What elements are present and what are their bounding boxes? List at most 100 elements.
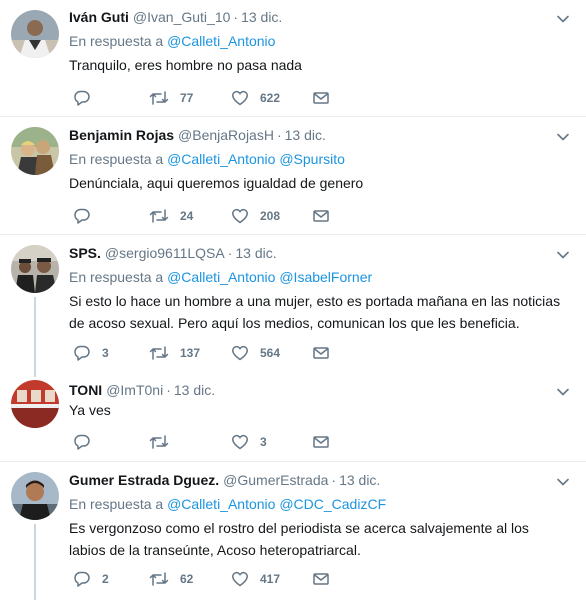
author-name[interactable]: Benjamin Rojas: [69, 127, 174, 143]
tweet-actions: 77 622: [69, 88, 369, 108]
separator: ·: [227, 245, 233, 261]
reply-prefix: En respuesta a: [69, 269, 164, 285]
reply-mentions[interactable]: @Calleti_Antonio @CDC_CadizCF: [167, 496, 386, 512]
retweet-button[interactable]: 24: [149, 206, 193, 226]
retweet-button[interactable]: 137: [149, 343, 200, 363]
tweet-text: Tranquilo, eres hombre no pasa nada: [69, 57, 302, 73]
author-name[interactable]: SPS.: [69, 245, 101, 261]
like-button[interactable]: 417: [231, 569, 280, 589]
separator: ·: [276, 127, 282, 143]
tweet[interactable]: SPS. @sergio9611LQSA · 13 dic. En respuesta…: [0, 235, 586, 377]
author-handle[interactable]: @sergio9611LQSA: [105, 245, 225, 261]
retweet-button[interactable]: 62: [149, 569, 193, 589]
retweet-button[interactable]: [149, 432, 180, 452]
author-handle[interactable]: @BenjaRojasH: [178, 127, 274, 143]
avatar[interactable]: [11, 245, 59, 293]
reply-mentions[interactable]: @Calleti_Antonio: [167, 33, 275, 49]
reply-button[interactable]: 3: [73, 343, 109, 363]
retweet-icon: [149, 570, 169, 588]
caret-down-icon[interactable]: [556, 130, 570, 144]
thread-connector: [34, 297, 36, 377]
tweet[interactable]: TONI @ImT0ni · 13 dic. Ya ves 3: [0, 372, 586, 462]
caret-down-icon[interactable]: [556, 385, 570, 399]
dm-button[interactable]: [312, 343, 330, 363]
tweet-actions: 3 137 564: [69, 343, 369, 363]
tweet[interactable]: Benjamin Rojas @BenjaRojasH · 13 dic. En re…: [0, 117, 586, 235]
like-count: 208: [260, 209, 281, 223]
reply-context: En respuesta a @Calleti_Antonio @Spursit…: [69, 150, 345, 168]
tweet[interactable]: Iván Guti @Ivan_Guti_10 · 13 dic. En respue…: [0, 0, 586, 117]
like-button[interactable]: 622: [231, 88, 280, 108]
like-button[interactable]: 564: [231, 343, 280, 363]
avatar[interactable]: [11, 380, 59, 428]
like-icon: [231, 207, 249, 225]
reply-button[interactable]: [73, 88, 102, 108]
separator: ·: [233, 9, 239, 25]
retweet-count: 137: [180, 346, 201, 360]
author-handle[interactable]: @GumerEstrada: [223, 472, 328, 488]
reply-context: En respuesta a @Calleti_Antonio @CDC_Cad…: [69, 495, 386, 513]
like-count: 622: [260, 91, 281, 105]
like-icon: [231, 433, 249, 451]
reply-button[interactable]: 2: [73, 569, 109, 589]
dm-icon: [312, 89, 330, 107]
caret-down-icon[interactable]: [556, 475, 570, 489]
like-count: 564: [260, 346, 281, 360]
author-handle[interactable]: @Ivan_Guti_10: [133, 9, 231, 25]
thread-connector: [34, 524, 36, 600]
retweet-count: 77: [180, 91, 194, 105]
timestamp[interactable]: 13 dic.: [174, 382, 215, 398]
like-count: 3: [260, 435, 267, 449]
retweet-count: 62: [180, 572, 194, 586]
caret-down-icon[interactable]: [556, 248, 570, 262]
retweet-button[interactable]: 77: [149, 88, 193, 108]
tweet[interactable]: Gumer Estrada Dguez. @GumerEstrada · 13 dic…: [0, 462, 586, 600]
like-button[interactable]: 208: [231, 206, 280, 226]
tweet-actions: 2 62 417: [69, 569, 369, 589]
timestamp[interactable]: 13 dic.: [235, 245, 276, 261]
tweet-actions: 24 208: [69, 206, 369, 226]
timestamp[interactable]: 13 dic.: [285, 127, 326, 143]
retweet-icon: [149, 344, 169, 362]
timestamp[interactable]: 13 dic.: [241, 9, 282, 25]
author-name[interactable]: TONI: [69, 382, 102, 398]
caret-down-icon[interactable]: [556, 12, 570, 26]
dm-button[interactable]: [312, 432, 330, 452]
avatar[interactable]: [11, 472, 59, 520]
author-handle[interactable]: @ImT0ni: [106, 382, 163, 398]
reply-icon: [73, 433, 91, 451]
reply-button[interactable]: [73, 432, 102, 452]
dm-icon: [312, 207, 330, 225]
dm-button[interactable]: [312, 88, 330, 108]
separator: ·: [166, 382, 171, 398]
like-icon: [231, 89, 249, 107]
reply-button[interactable]: [73, 206, 102, 226]
author-name[interactable]: Iván Guti: [69, 9, 129, 25]
dm-icon: [312, 344, 330, 362]
reply-mentions[interactable]: @Calleti_Antonio @Spursito: [167, 151, 345, 167]
reply-prefix: En respuesta a: [69, 151, 164, 167]
like-icon: [231, 570, 249, 588]
tweet-text: Denúnciala, aqui queremos igualdad de ge…: [69, 175, 364, 191]
reply-count: 2: [102, 572, 109, 586]
tweet-text: Si esto lo hace un hombre a una mujer, e…: [69, 293, 561, 331]
reply-icon: [73, 207, 91, 225]
dm-icon: [312, 570, 330, 588]
tweet-text: Es vergonzoso como el rostro del periodi…: [69, 520, 529, 558]
avatar[interactable]: [11, 127, 59, 175]
reply-prefix: En respuesta a: [69, 496, 164, 512]
retweet-icon: [149, 89, 169, 107]
separator: ·: [331, 472, 337, 488]
dm-button[interactable]: [312, 569, 330, 589]
author-name[interactable]: Gumer Estrada Dguez.: [69, 472, 219, 488]
reply-icon: [73, 570, 91, 588]
like-icon: [231, 344, 249, 362]
dm-button[interactable]: [312, 206, 330, 226]
reply-mentions[interactable]: @Calleti_Antonio @IsabelForner: [167, 269, 372, 285]
avatar[interactable]: [11, 10, 59, 58]
retweet-count: 24: [180, 209, 194, 223]
like-button[interactable]: 3: [231, 432, 267, 452]
retweet-icon: [149, 433, 169, 451]
timestamp[interactable]: 13 dic.: [339, 472, 380, 488]
tweet-actions: 3: [69, 432, 369, 452]
